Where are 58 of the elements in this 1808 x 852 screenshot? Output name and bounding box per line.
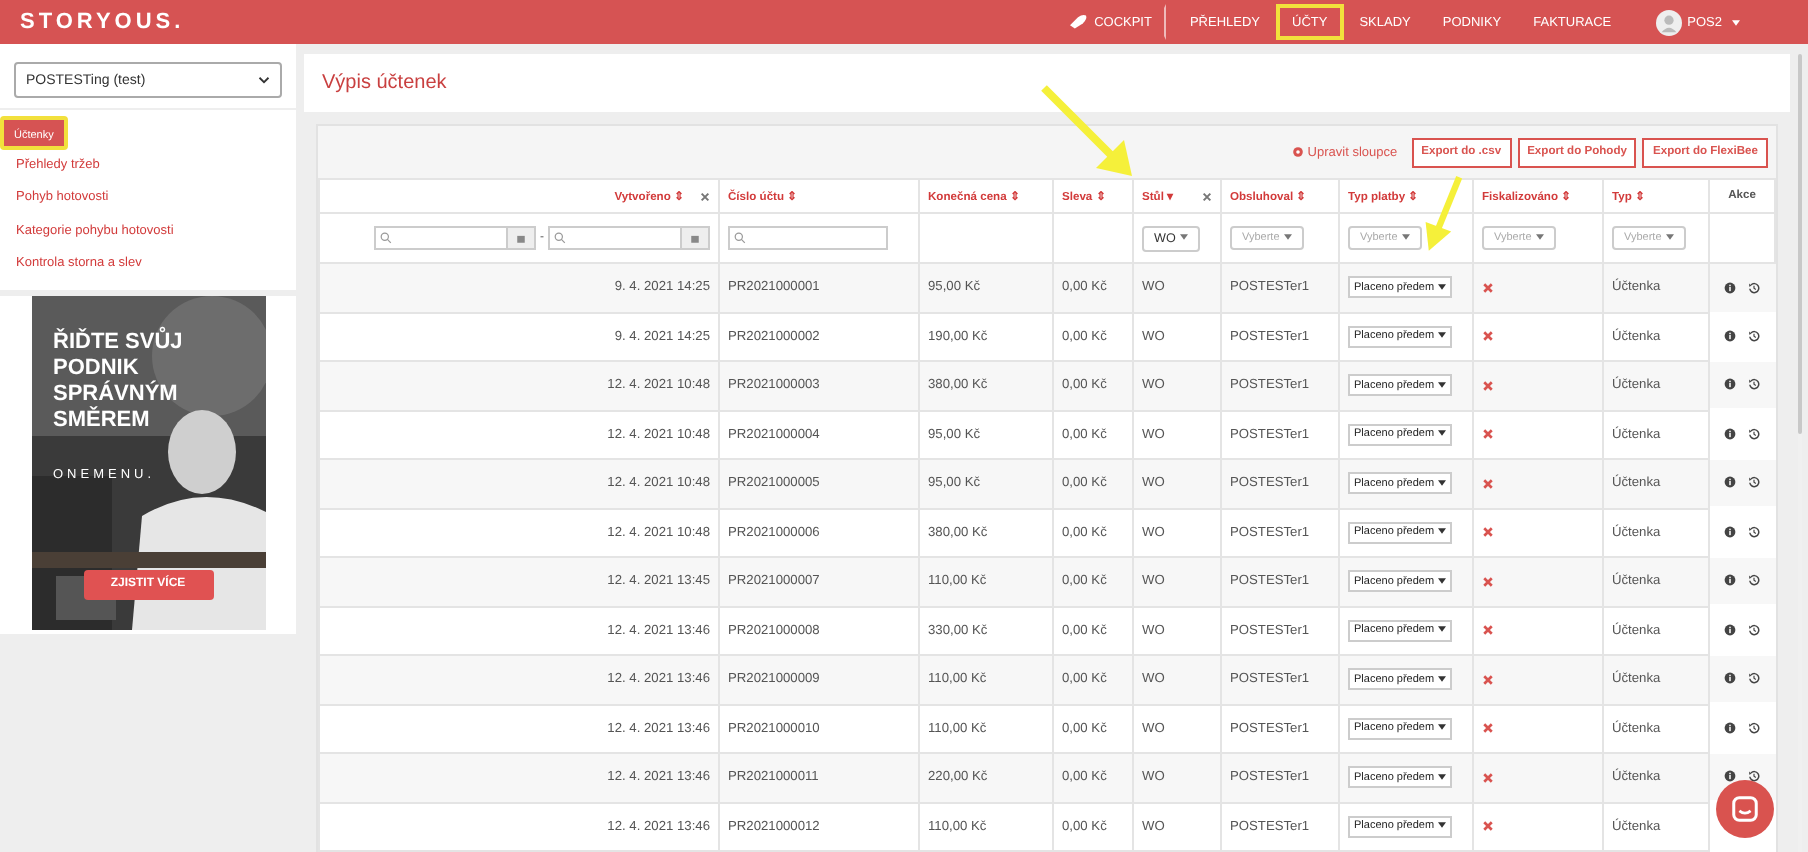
info-icon[interactable] <box>1724 329 1737 342</box>
history-icon[interactable] <box>1748 427 1761 440</box>
logo[interactable]: STORYOUS. <box>20 10 185 34</box>
caret-icon <box>1438 479 1447 486</box>
info-icon[interactable] <box>1724 721 1737 734</box>
close-icon[interactable] <box>700 191 710 201</box>
history-icon[interactable] <box>1748 574 1761 587</box>
history-icon[interactable] <box>1748 525 1761 538</box>
calendar-icon[interactable] <box>680 228 708 248</box>
close-icon[interactable] <box>1202 191 1212 201</box>
history-icon[interactable] <box>1748 329 1761 342</box>
history-icon[interactable] <box>1748 281 1761 294</box>
avatar-icon <box>1655 9 1682 35</box>
caret-icon <box>1438 430 1447 437</box>
search-field[interactable] <box>728 226 888 250</box>
info-icon[interactable] <box>1724 281 1737 294</box>
info-icon[interactable] <box>1724 672 1737 685</box>
caret-icon <box>1438 332 1447 339</box>
caret-icon <box>1438 381 1447 388</box>
info-icon[interactable] <box>1724 427 1737 440</box>
caret-icon <box>1438 283 1447 290</box>
chevron-icon <box>258 76 270 84</box>
caret-icon <box>1438 626 1447 633</box>
caret-icon <box>1179 234 1188 241</box>
date-to-field[interactable] <box>548 226 710 250</box>
history-icon[interactable] <box>1748 476 1761 489</box>
history-icon[interactable] <box>1748 623 1761 636</box>
info-icon[interactable] <box>1724 623 1737 636</box>
rocket-icon <box>1068 14 1089 30</box>
info-icon[interactable] <box>1724 476 1737 489</box>
chat-icon <box>1730 794 1760 824</box>
gear-icon <box>1291 146 1304 158</box>
info-icon[interactable] <box>1724 574 1737 587</box>
date-from-field[interactable] <box>374 226 536 250</box>
caret-icon <box>1732 19 1740 25</box>
search-icon <box>380 232 392 244</box>
calendar-icon[interactable] <box>506 228 534 248</box>
history-icon[interactable] <box>1748 378 1761 391</box>
caret-icon <box>1438 577 1447 584</box>
caret-icon <box>1665 234 1674 241</box>
caret-icon <box>1438 724 1447 731</box>
history-icon[interactable] <box>1748 770 1761 783</box>
caret-icon <box>1438 675 1447 682</box>
caret-icon <box>1535 234 1544 241</box>
info-icon[interactable] <box>1724 770 1737 783</box>
ad-headline: ŘIĎTE SVŮJ PODNIK SPRÁVNÝM SMĚREM <box>53 329 185 433</box>
info-icon[interactable] <box>1724 378 1737 391</box>
search-icon <box>554 232 566 244</box>
caret-icon <box>1401 234 1410 241</box>
history-icon[interactable] <box>1748 672 1761 685</box>
page-title: Výpis účtenek <box>322 72 447 94</box>
caret-icon <box>1438 822 1447 829</box>
caret-icon <box>1438 773 1447 780</box>
info-icon[interactable] <box>1724 525 1737 538</box>
caret-icon <box>1438 528 1447 535</box>
history-icon[interactable] <box>1748 721 1761 734</box>
search-icon <box>734 232 746 244</box>
caret-icon <box>1283 234 1292 241</box>
